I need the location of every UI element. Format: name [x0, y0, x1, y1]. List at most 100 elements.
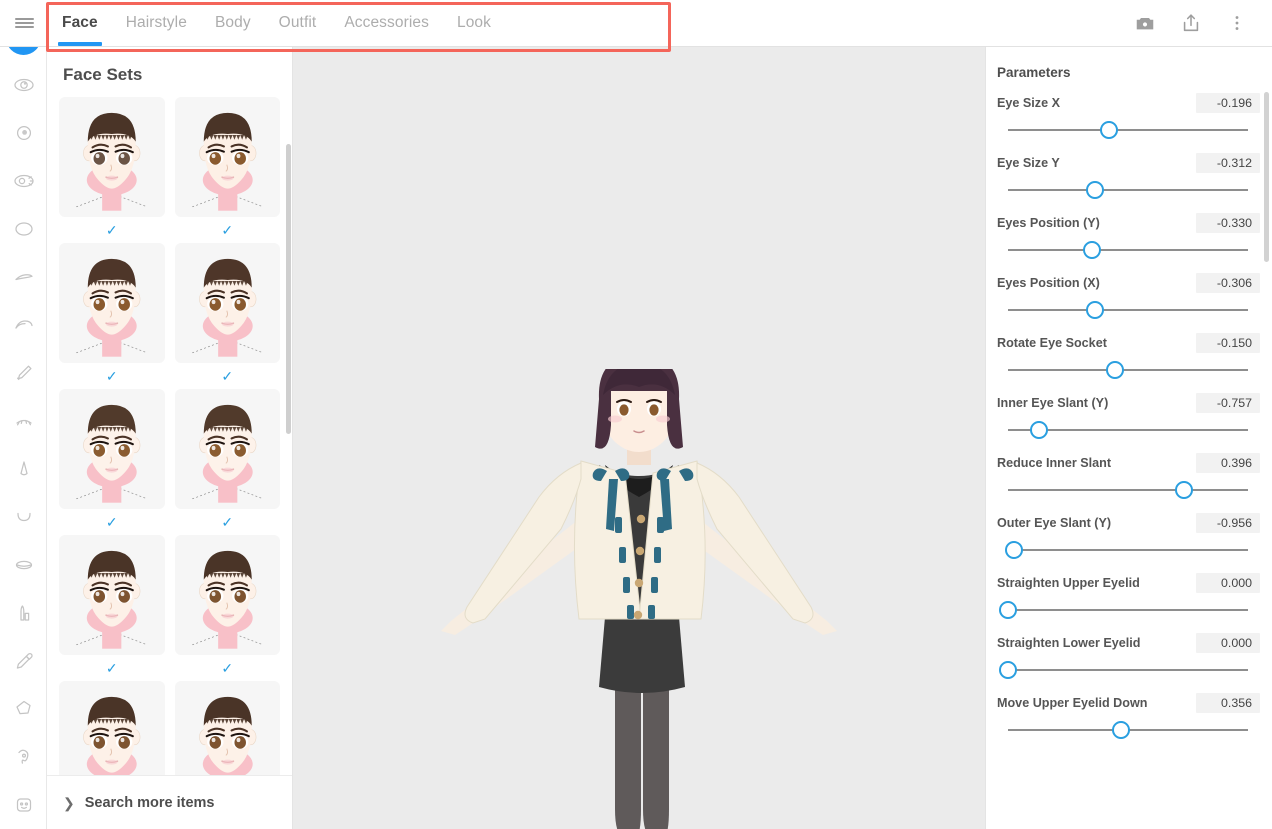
face-set-item[interactable]: ✓ — [59, 535, 165, 681]
parameter-value[interactable]: -0.150 — [1196, 333, 1260, 353]
slider-handle[interactable] — [1029, 421, 1048, 439]
parameter-slider[interactable] — [997, 476, 1260, 504]
parameter-value[interactable]: 0.000 — [1196, 633, 1260, 653]
face-set-thumbnail[interactable] — [59, 535, 165, 655]
rail-item-face-shape[interactable] — [0, 205, 46, 253]
parameter-value[interactable]: -0.306 — [1196, 273, 1260, 293]
face-set-thumbnail[interactable] — [59, 97, 165, 217]
rail-item-makeup[interactable] — [0, 349, 46, 397]
parameters-scrollbar[interactable] — [1264, 92, 1269, 262]
parameter-slider[interactable] — [997, 596, 1260, 624]
tab-label: Face — [62, 14, 98, 31]
face-set-item[interactable]: ✓ — [174, 97, 280, 243]
parameter-slider[interactable] — [997, 656, 1260, 684]
tab-look[interactable]: Look — [443, 0, 505, 46]
tab-face[interactable]: Face — [48, 0, 112, 46]
face-set-item[interactable]: ✓ — [174, 243, 280, 389]
rail-item-pupils[interactable] — [0, 109, 46, 157]
face-sets-scroll-area[interactable]: ✓ ✓ ✓ ✓ ✓ ✓ ✓ ✓ — [47, 97, 292, 776]
slider-handle[interactable] — [1086, 301, 1105, 319]
slider-handle[interactable] — [1112, 721, 1131, 739]
rail-item-mouth[interactable] — [0, 541, 46, 589]
ear-icon — [12, 745, 36, 769]
parameter-slider[interactable] — [997, 116, 1260, 144]
rail-item-lashes[interactable] — [0, 397, 46, 445]
rail-item-color-pick[interactable] — [0, 637, 46, 685]
face-set-item[interactable]: ✓ — [174, 535, 280, 681]
face-set-thumbnail[interactable] — [59, 681, 165, 776]
face-set-thumbnail[interactable] — [174, 97, 280, 217]
slider-handle[interactable] — [999, 601, 1017, 619]
rail-item-ears[interactable] — [0, 733, 46, 781]
parameters-heading: Parameters — [997, 65, 1071, 80]
rail-item-chin[interactable] — [0, 493, 46, 541]
parameter-row: Move Upper Eyelid Down 0.356 — [986, 684, 1272, 744]
camera-icon[interactable] — [1132, 10, 1158, 36]
rail-item-eyelashes[interactable] — [0, 157, 46, 205]
slider-handle[interactable] — [1174, 481, 1193, 499]
hamburger-menu-icon[interactable] — [0, 0, 48, 46]
share-icon[interactable] — [1178, 10, 1204, 36]
parameter-slider[interactable] — [997, 536, 1260, 564]
parameter-slider[interactable] — [997, 296, 1260, 324]
tab-body[interactable]: Body — [201, 0, 265, 46]
tab-accessories[interactable]: Accessories — [330, 0, 443, 46]
face-set-item[interactable]: ✓ — [59, 389, 165, 535]
slider-track — [1008, 669, 1248, 671]
face-set-item[interactable]: ✓ — [59, 243, 165, 389]
slider-handle[interactable] — [1004, 541, 1023, 559]
parameter-slider[interactable] — [997, 716, 1260, 744]
character-viewport[interactable] — [293, 47, 985, 829]
face-set-item[interactable] — [174, 681, 280, 776]
more-vertical-icon[interactable] — [1224, 10, 1250, 36]
slider-handle[interactable] — [999, 661, 1017, 679]
parameter-header: Straighten Lower Eyelid 0.000 — [997, 632, 1260, 654]
main-tabs: Face Hairstyle Body Outfit Accessories Look — [48, 0, 1132, 46]
lipstick-icon — [12, 601, 36, 625]
rail-item-eyelid[interactable] — [0, 301, 46, 349]
slider-handle[interactable] — [1106, 361, 1125, 379]
rail-item-nose[interactable] — [0, 445, 46, 493]
parameter-slider[interactable] — [997, 236, 1260, 264]
parameter-slider[interactable] — [997, 356, 1260, 384]
slider-handle[interactable] — [1083, 241, 1102, 259]
parameter-label: Straighten Upper Eyelid — [997, 576, 1140, 590]
slider-handle[interactable] — [1100, 121, 1119, 139]
face-set-item[interactable]: ✓ — [59, 97, 165, 243]
parameter-value[interactable]: 0.396 — [1196, 453, 1260, 473]
parameter-slider[interactable] — [997, 416, 1260, 444]
panel-scrollbar[interactable] — [286, 144, 291, 434]
face-set-thumbnail[interactable] — [174, 389, 280, 509]
rail-item-eyebrows[interactable] — [0, 253, 46, 301]
face-set-thumbnail[interactable] — [174, 681, 280, 776]
face-set-thumbnail[interactable] — [59, 389, 165, 509]
head-shape-icon — [12, 697, 36, 721]
parameter-value[interactable]: -0.196 — [1196, 93, 1260, 113]
tab-hairstyle[interactable]: Hairstyle — [112, 0, 201, 46]
parameter-value[interactable]: -0.757 — [1196, 393, 1260, 413]
slider-handle[interactable] — [1085, 181, 1104, 199]
face-set-item[interactable]: ✓ — [174, 389, 280, 535]
parameter-label: Eye Size X — [997, 96, 1061, 110]
face-set-thumbnail[interactable] — [174, 535, 280, 655]
face-set-thumbnail[interactable] — [59, 243, 165, 363]
face-set-thumbnail[interactable] — [174, 243, 280, 363]
parameter-row: Straighten Upper Eyelid 0.000 — [986, 564, 1272, 624]
rail-item-head[interactable] — [0, 685, 46, 733]
parameter-header: Reduce Inner Slant 0.396 — [997, 452, 1260, 474]
face-shape-icon — [12, 217, 36, 241]
parameter-value[interactable]: -0.330 — [1196, 213, 1260, 233]
avatar-model[interactable] — [429, 355, 849, 829]
parameter-value[interactable]: -0.956 — [1196, 513, 1260, 533]
rail-item-eyes[interactable] — [0, 61, 46, 109]
parameter-header: Eye Size Y -0.312 — [997, 152, 1260, 174]
face-set-item[interactable] — [59, 681, 165, 776]
parameter-value[interactable]: -0.312 — [1196, 153, 1260, 173]
parameter-value[interactable]: 0.356 — [1196, 693, 1260, 713]
parameter-value[interactable]: 0.000 — [1196, 573, 1260, 593]
rail-item-presets[interactable] — [0, 781, 46, 829]
search-more-items-button[interactable]: ❯ Search more items — [47, 775, 292, 829]
parameter-slider[interactable] — [997, 176, 1260, 204]
tab-outfit[interactable]: Outfit — [265, 0, 331, 46]
rail-item-lips[interactable] — [0, 589, 46, 637]
